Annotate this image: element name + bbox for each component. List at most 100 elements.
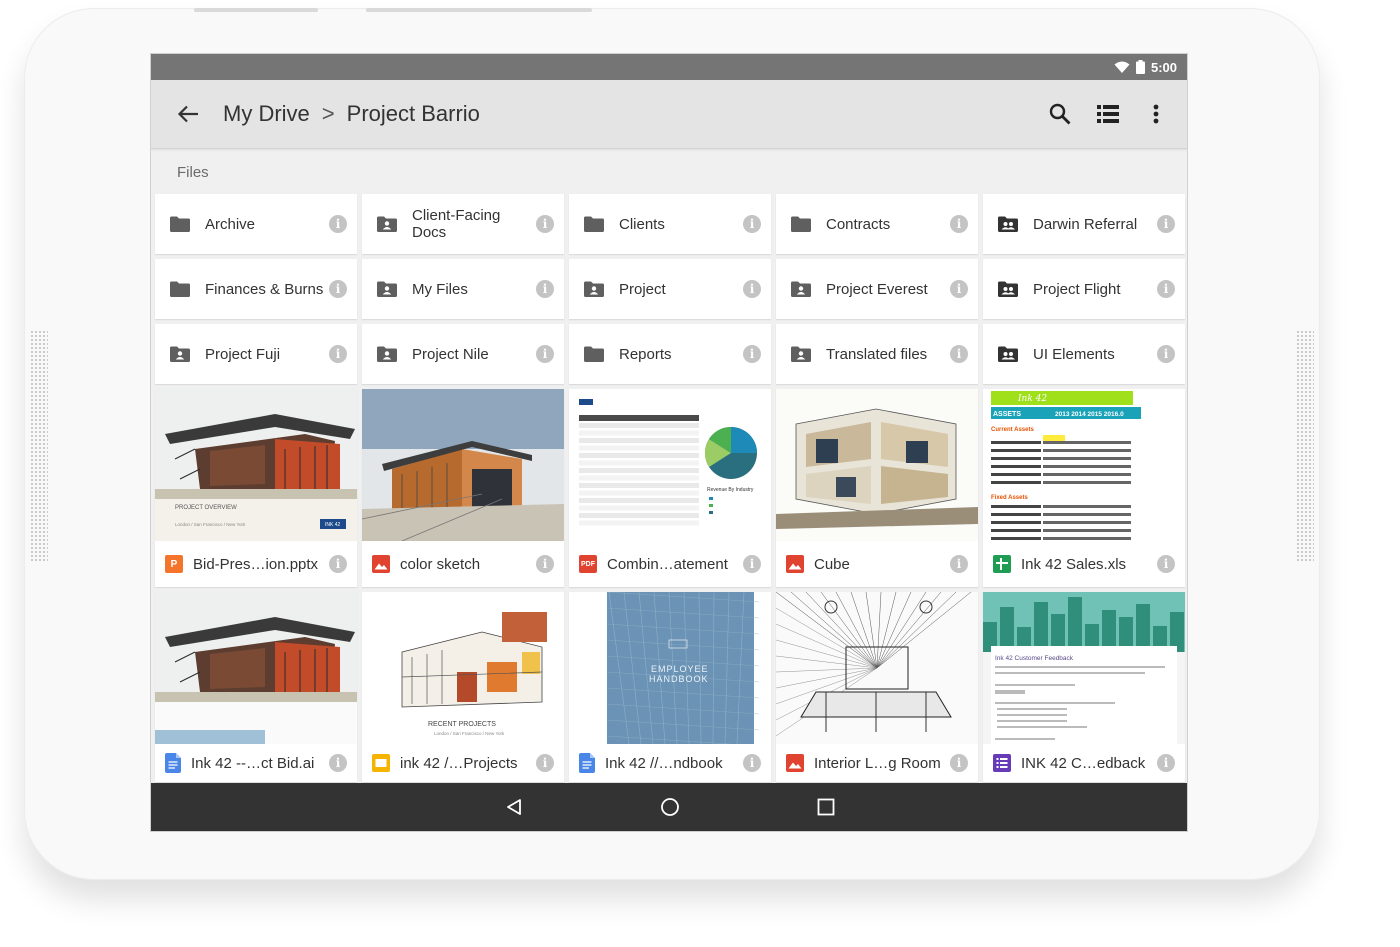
thumb-text: RECENT PROJECTS [428, 721, 496, 728]
folder-name: Archive [205, 215, 256, 233]
info-icon[interactable]: i [329, 280, 347, 298]
shared-folder-icon [376, 345, 398, 363]
file-card[interactable]: Ink 42 --…ct Bid.ai i [155, 592, 357, 782]
folder-row: Archive i Client-Facing Docs i Clients i Contr… [155, 194, 1185, 254]
folder-item[interactable]: Reports i [569, 324, 771, 384]
info-icon[interactable]: i [743, 555, 761, 573]
folder-name: Contracts [826, 215, 891, 233]
info-icon[interactable]: i [1157, 280, 1175, 298]
breadcrumb-separator: > [321, 101, 335, 126]
info-icon[interactable]: i [536, 345, 554, 363]
file-card[interactable]: Cube i [776, 389, 978, 587]
device-screen: 5:00 My Drive > Project Barrio Files Arc… [150, 53, 1188, 832]
nav-home-icon[interactable] [656, 793, 684, 821]
file-meta: PDF Combin…atement i [569, 541, 771, 587]
info-icon[interactable]: i [743, 280, 761, 298]
nav-back-icon[interactable] [500, 793, 528, 821]
info-icon[interactable]: i [1157, 345, 1175, 363]
file-card[interactable]: PROJECT OVERVIEW London / San Francisco /… [155, 389, 357, 587]
file-card[interactable]: Ink 42 ASSETS 2013 2014 2015 2016.0 Current… [983, 389, 1185, 587]
thumb-text: Ink 42 [1017, 394, 1047, 404]
info-icon[interactable]: i [950, 345, 968, 363]
info-icon[interactable]: i [950, 215, 968, 233]
info-icon[interactable]: i [1157, 754, 1175, 772]
info-icon[interactable]: i [536, 754, 554, 772]
image-file-icon [786, 754, 804, 772]
folder-item[interactable]: UI Elements i [983, 324, 1185, 384]
folder-item[interactable]: Archive i [155, 194, 357, 254]
file-card[interactable]: RECENT PROJECTS London / San Francisco / … [362, 592, 564, 782]
thumb-text: London / San Francisco / New York [434, 731, 505, 736]
team-drive-icon [997, 280, 1019, 298]
folder-item[interactable]: Project Nile i [362, 324, 564, 384]
shared-folder-icon [790, 280, 812, 298]
folder-name: Reports [619, 345, 672, 363]
shared-folder-icon [376, 280, 398, 298]
shared-folder-icon [376, 215, 398, 233]
folder-icon [583, 215, 605, 233]
folder-item[interactable]: Project Everest i [776, 259, 978, 319]
info-icon[interactable]: i [536, 215, 554, 233]
folder-name: Client-Facing Docs [412, 207, 501, 241]
folder-item[interactable]: My Files i [362, 259, 564, 319]
info-icon[interactable]: i [536, 555, 554, 573]
folder-name: Project Nile [412, 345, 489, 363]
folder-item[interactable]: Finances & Burns i [155, 259, 357, 319]
status-bar: 5:00 [151, 54, 1187, 80]
info-icon[interactable]: i [329, 215, 347, 233]
thumb-text: Current Assets [991, 427, 1034, 433]
info-icon[interactable]: i [1157, 555, 1175, 573]
file-card[interactable]: Ink 42 Customer Feedback INK 42 C…edback i [983, 592, 1185, 782]
info-icon[interactable]: i [329, 754, 347, 772]
file-name: Ink 42 Sales.xls [1021, 555, 1127, 573]
folder-item[interactable]: Project Flight i [983, 259, 1185, 319]
docs-file-icon [165, 753, 181, 773]
folder-item[interactable]: Contracts i [776, 194, 978, 254]
info-icon[interactable]: i [743, 215, 761, 233]
back-arrow-icon[interactable] [175, 101, 201, 127]
folder-item[interactable]: Project i [569, 259, 771, 319]
page-title: Project Barrio [346, 101, 480, 126]
folder-item[interactable]: Clients i [569, 194, 771, 254]
folder-name: Finances & Burns [205, 280, 324, 298]
file-name: color sketch [400, 555, 481, 573]
file-card[interactable]: EMPLOYEE HANDBOOK Ink 42 //…ndbook i [569, 592, 771, 782]
info-icon[interactable]: i [743, 345, 761, 363]
team-drive-icon [997, 215, 1019, 233]
pdf-file-icon: PDF [579, 555, 597, 573]
info-icon[interactable]: i [329, 555, 347, 573]
tablet-hardware-button [366, 8, 592, 12]
file-meta: Ink 42 Sales.xls i [983, 541, 1185, 587]
folder-item[interactable]: Client-Facing Docs i [362, 194, 564, 254]
info-icon[interactable]: i [1157, 215, 1175, 233]
team-drive-icon [997, 345, 1019, 363]
info-icon[interactable]: i [950, 754, 968, 772]
folder-icon [169, 215, 191, 233]
file-thumbnail [776, 389, 978, 541]
folder-name: UI Elements [1033, 345, 1115, 363]
nav-recents-icon[interactable] [812, 793, 840, 821]
list-view-icon[interactable] [1095, 101, 1121, 127]
info-icon[interactable]: i [743, 754, 761, 772]
file-card[interactable]: Interior L…g Room i [776, 592, 978, 782]
breadcrumb-root[interactable]: My Drive [223, 101, 310, 127]
info-icon[interactable]: i [329, 345, 347, 363]
folder-name: Project [619, 280, 666, 298]
info-icon[interactable]: i [950, 280, 968, 298]
folder-name: My Files [412, 280, 468, 298]
info-icon[interactable]: i [536, 280, 554, 298]
folder-item[interactable]: Project Fuji i [155, 324, 357, 384]
folder-icon [790, 215, 812, 233]
file-meta: ink 42 /…Projects i [362, 744, 564, 782]
folder-item[interactable]: Darwin Referral i [983, 194, 1185, 254]
folder-item[interactable]: Translated files i [776, 324, 978, 384]
android-nav-bar [151, 783, 1187, 831]
info-icon[interactable]: i [950, 555, 968, 573]
file-meta: Interior L…g Room i [776, 744, 978, 782]
more-vert-icon[interactable] [1143, 101, 1169, 127]
status-time: 5:00 [1150, 59, 1177, 75]
shared-folder-icon [169, 345, 191, 363]
search-icon[interactable] [1047, 101, 1073, 127]
file-card[interactable]: Revenue By Industry PDF Combin…atement i [569, 389, 771, 587]
file-card[interactable]: color sketch i [362, 389, 564, 587]
